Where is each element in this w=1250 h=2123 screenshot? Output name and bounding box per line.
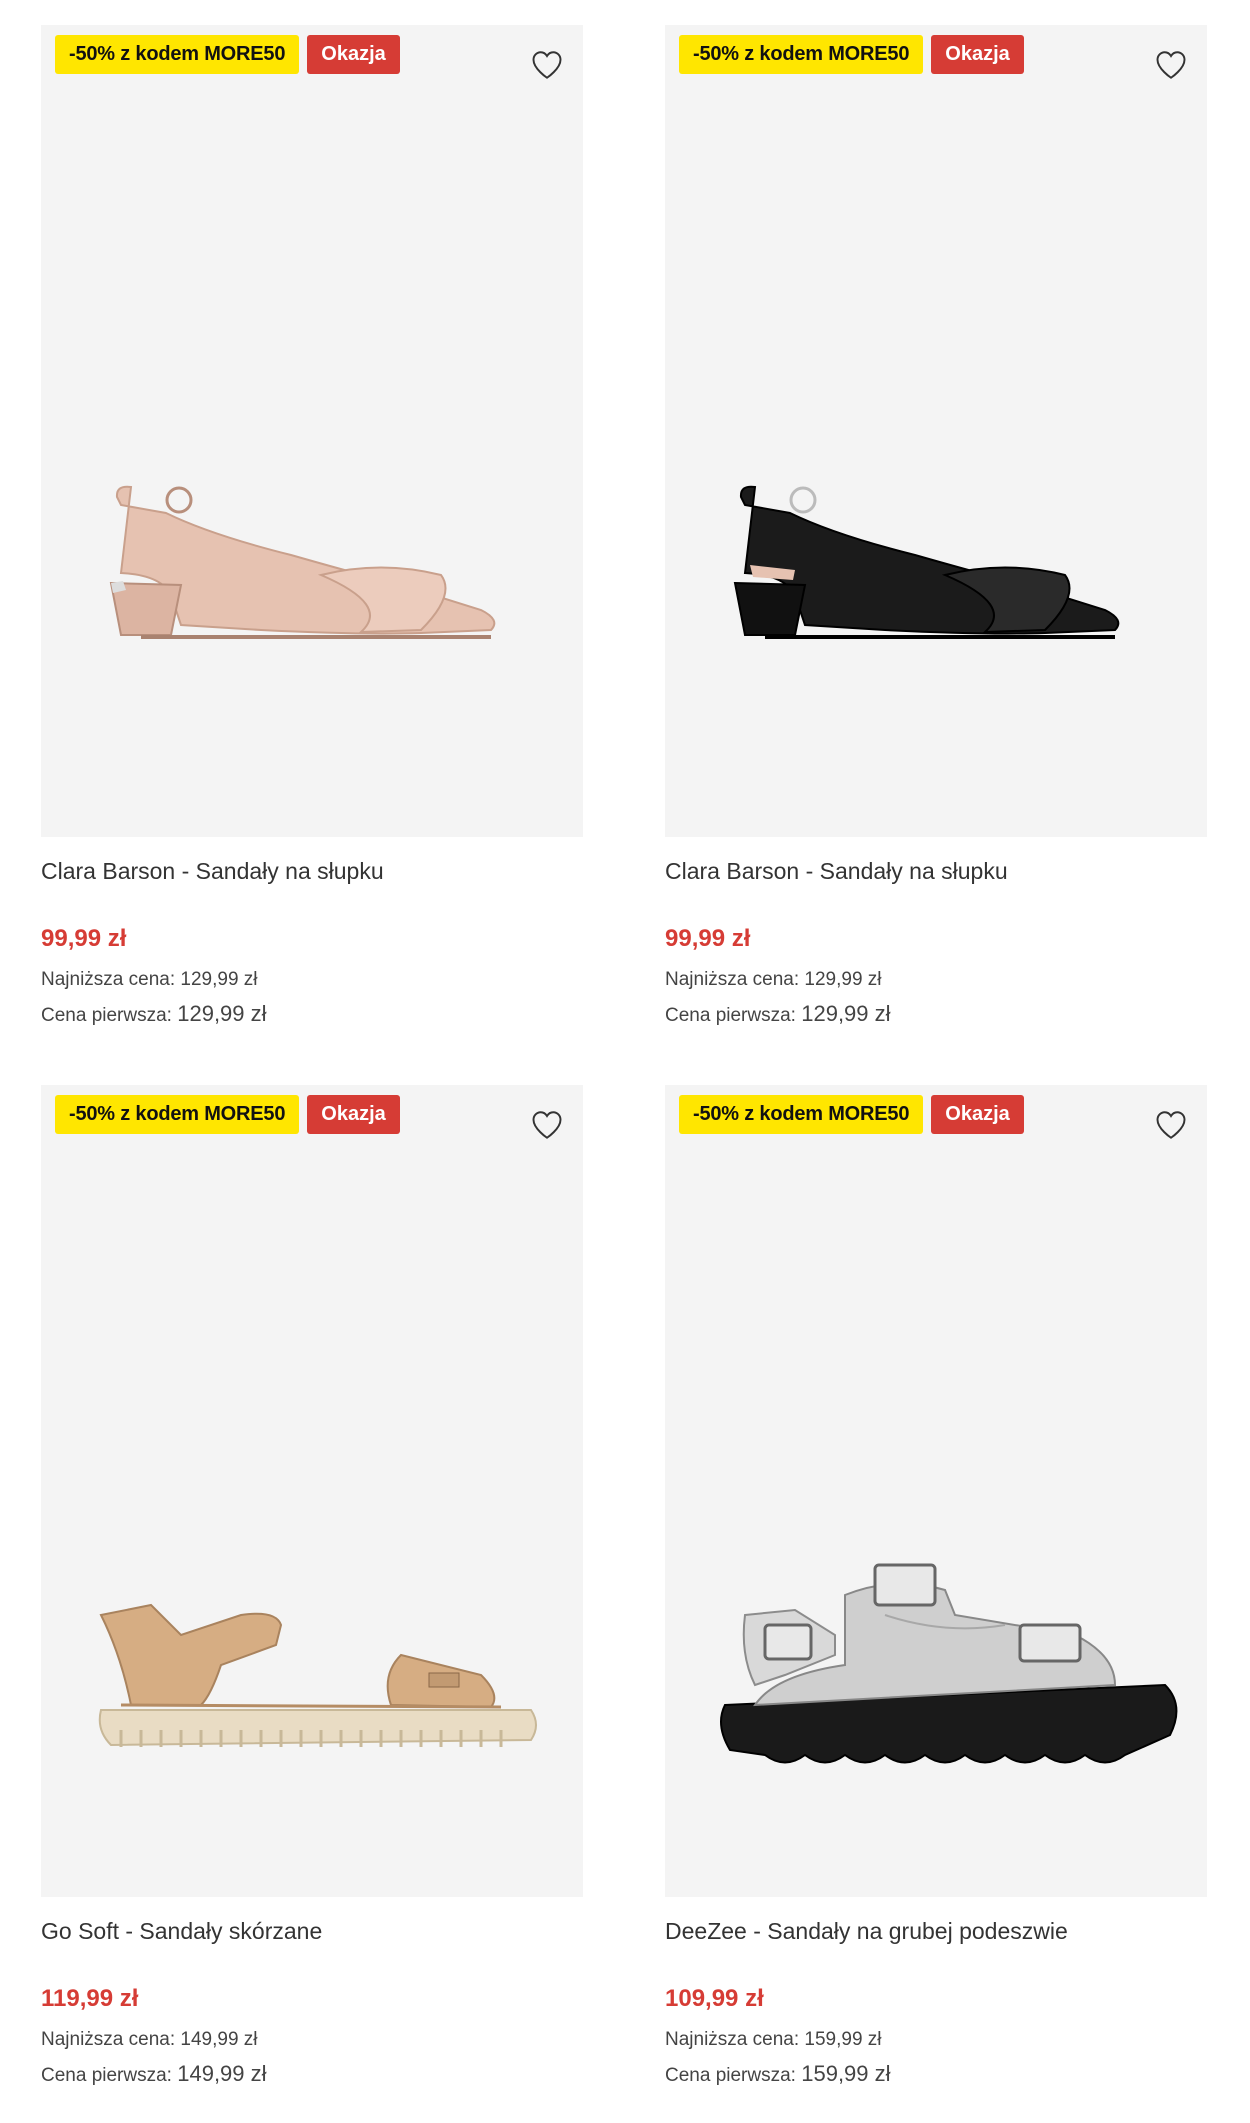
product-price: 119,99 zł xyxy=(41,1985,139,2013)
badge-group: -50% z kodem MORE50 Okazja xyxy=(679,1095,1024,1134)
badge-group: -50% z kodem MORE50 Okazja xyxy=(55,1095,400,1134)
first-price-row: Cena pierwsza: 149,99 zł xyxy=(41,2056,583,2091)
product-image[interactable]: -50% z kodem MORE50 Okazja xyxy=(41,1085,583,1897)
lowest-price-label: Najniższa cena: xyxy=(665,969,800,991)
lowest-price-value: 149,99 zł xyxy=(180,2029,258,2051)
first-price-value: 129,99 zł xyxy=(801,1000,891,1026)
product-image[interactable]: -50% z kodem MORE50 Okazja xyxy=(665,1085,1207,1897)
product-grid: -50% z kodem MORE50 Okazja Clara Barson … xyxy=(0,0,1250,2123)
sandal-illustration xyxy=(109,485,496,639)
promo-badge: -50% z kodem MORE50 xyxy=(679,35,924,74)
lowest-price-label: Najniższa cena: xyxy=(41,969,176,991)
product-card[interactable]: -50% z kodem MORE50 Okazja DeeZee - Sand… xyxy=(665,1085,1207,2091)
product-name[interactable]: DeeZee - Sandały na grubej podeszwie xyxy=(665,1915,1207,1947)
promo-badge: -50% z kodem MORE50 xyxy=(679,1095,924,1134)
promo-badge: -50% z kodem MORE50 xyxy=(55,1095,300,1134)
deal-badge: Okazja xyxy=(931,35,1024,74)
product-name[interactable]: Go Soft - Sandały skórzane xyxy=(41,1915,583,1947)
lowest-price-row: Najniższa cena: 129,99 zł xyxy=(41,965,583,995)
first-price-value: 149,99 zł xyxy=(177,2060,267,2086)
sandal-illustration xyxy=(733,485,1120,639)
lowest-price-value: 159,99 zł xyxy=(804,2029,882,2051)
deal-badge: Okazja xyxy=(307,1095,400,1134)
sandal-illustration xyxy=(98,1603,537,1747)
first-price-value: 129,99 zł xyxy=(177,1000,267,1026)
product-name[interactable]: Clara Barson - Sandały na słupku xyxy=(665,855,1207,887)
first-price-label: Cena pierwsza: xyxy=(665,2064,796,2086)
product-image[interactable]: -50% z kodem MORE50 Okazja xyxy=(665,25,1207,837)
first-price-label: Cena pierwsza: xyxy=(41,1004,172,1026)
product-name[interactable]: Clara Barson - Sandały na słupku xyxy=(41,855,583,887)
badge-group: -50% z kodem MORE50 Okazja xyxy=(55,35,400,74)
first-price-row: Cena pierwsza: 129,99 zł xyxy=(41,996,583,1031)
product-price: 99,99 zł xyxy=(665,925,751,953)
product-image[interactable]: -50% z kodem MORE50 Okazja xyxy=(41,25,583,837)
heart-icon xyxy=(1156,51,1186,79)
product-card[interactable]: -50% z kodem MORE50 Okazja Clara Barson … xyxy=(41,25,583,1031)
lowest-price-row: Najniższa cena: 149,99 zł xyxy=(41,2025,583,2055)
lowest-price-value: 129,99 zł xyxy=(180,969,258,991)
wishlist-button[interactable] xyxy=(1151,1105,1191,1145)
first-price-row: Cena pierwsza: 129,99 zł xyxy=(665,996,1207,1031)
first-price-row: Cena pierwsza: 159,99 zł xyxy=(665,2056,1207,2091)
sandal-illustration xyxy=(720,1563,1178,1764)
wishlist-button[interactable] xyxy=(527,1105,567,1145)
deal-badge: Okazja xyxy=(307,35,400,74)
badge-group: -50% z kodem MORE50 Okazja xyxy=(679,35,1024,74)
heart-icon xyxy=(532,1111,562,1139)
first-price-value: 159,99 zł xyxy=(801,2060,891,2086)
product-card[interactable]: -50% z kodem MORE50 Okazja Go Soft - San… xyxy=(41,1085,583,2091)
wishlist-button[interactable] xyxy=(1151,45,1191,85)
heart-icon xyxy=(1156,1111,1186,1139)
promo-badge: -50% z kodem MORE50 xyxy=(55,35,300,74)
lowest-price-label: Najniższa cena: xyxy=(665,2029,800,2051)
wishlist-button[interactable] xyxy=(527,45,567,85)
price-details: Najniższa cena: 129,99 zł Cena pierwsza:… xyxy=(41,965,583,1031)
product-price: 109,99 zł xyxy=(665,1985,764,2013)
first-price-label: Cena pierwsza: xyxy=(41,2064,172,2086)
product-price: 99,99 zł xyxy=(41,925,127,953)
price-details: Najniższa cena: 129,99 zł Cena pierwsza:… xyxy=(665,965,1207,1031)
price-details: Najniższa cena: 149,99 zł Cena pierwsza:… xyxy=(41,2025,583,2091)
heart-icon xyxy=(532,51,562,79)
lowest-price-label: Najniższa cena: xyxy=(41,2029,176,2051)
deal-badge: Okazja xyxy=(931,1095,1024,1134)
lowest-price-row: Najniższa cena: 159,99 zł xyxy=(665,2025,1207,2055)
lowest-price-value: 129,99 zł xyxy=(804,969,882,991)
lowest-price-row: Najniższa cena: 129,99 zł xyxy=(665,965,1207,995)
product-card[interactable]: -50% z kodem MORE50 Okazja Clara Barson … xyxy=(665,25,1207,1031)
first-price-label: Cena pierwsza: xyxy=(665,1004,796,1026)
price-details: Najniższa cena: 159,99 zł Cena pierwsza:… xyxy=(665,2025,1207,2091)
